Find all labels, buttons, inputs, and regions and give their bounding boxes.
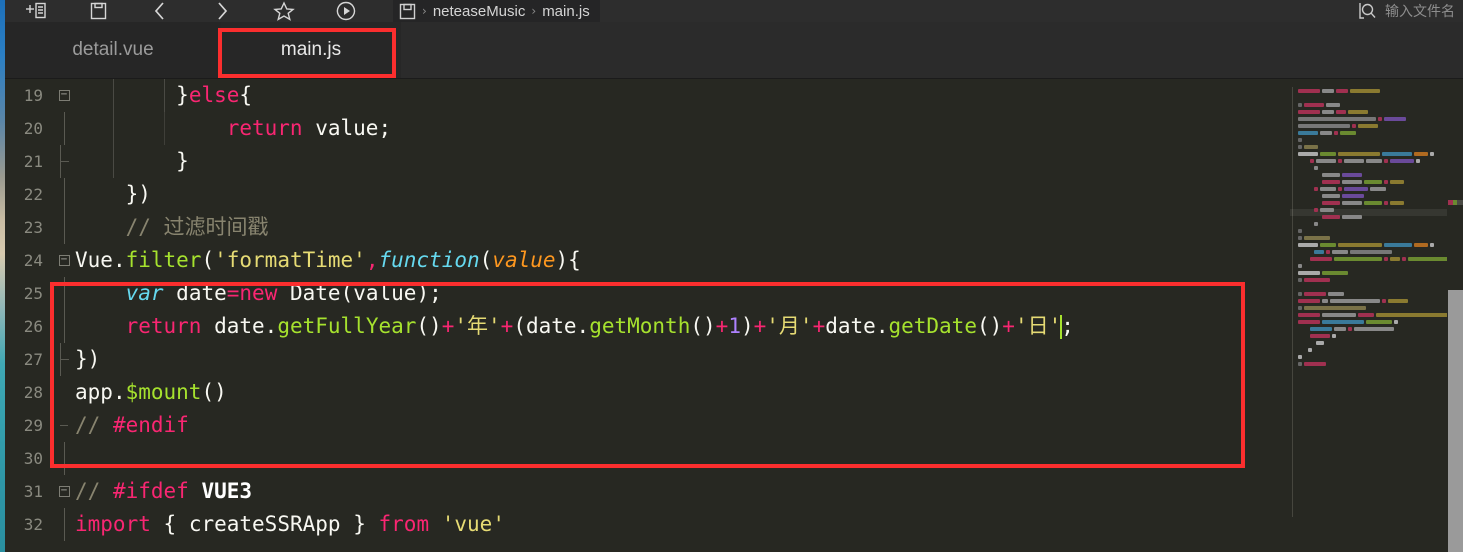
code-editor[interactable]: 19 ─ }else{ 20 return value; 21 } 22}) …: [5, 79, 1463, 552]
new-file-icon[interactable]: [5, 0, 67, 22]
breadcrumb[interactable]: › neteaseMusic › main.js: [393, 0, 600, 22]
line-number: 24: [23, 251, 43, 270]
fold-guide: [53, 112, 75, 145]
line-content: }: [75, 145, 189, 178]
line-number: 25: [23, 284, 43, 303]
fold-guide: [53, 178, 75, 211]
back-arrow-icon[interactable]: [129, 0, 191, 22]
line-content: import { createSSRApp } from 'vue': [75, 512, 505, 536]
file-icon: [399, 3, 416, 20]
line-content: }): [75, 347, 101, 371]
line-content: return value;: [75, 112, 391, 145]
fold-guide: [53, 310, 75, 343]
toolbar-icon-group: [5, 0, 377, 22]
desktop-wallpaper-strip: [0, 0, 5, 552]
code-line[interactable]: 21 }: [5, 145, 1296, 178]
code-line[interactable]: 25 var date=new Date(value);: [5, 277, 1296, 310]
line-number: 30: [23, 449, 43, 468]
fold-toggle-icon[interactable]: ─: [53, 90, 75, 101]
line-content: [75, 442, 88, 475]
minimap[interactable]: [1290, 79, 1447, 552]
vscode-window: › neteaseMusic › main.js 输入文件名 detail.vu…: [0, 0, 1463, 552]
breadcrumb-file[interactable]: main.js: [542, 3, 590, 20]
fold-guide: [53, 442, 75, 475]
line-number: 28: [23, 383, 43, 402]
line-content: // 过滤时间戳: [75, 215, 269, 239]
code-line[interactable]: 32 import { createSSRApp } from 'vue': [5, 508, 1296, 541]
save-icon[interactable]: [67, 0, 129, 22]
fold-guide: [53, 211, 75, 244]
line-content: return date.getFullYear()+'年'+(date.getM…: [125, 314, 1074, 339]
code-lines[interactable]: 19 ─ }else{ 20 return value; 21 } 22}) …: [5, 79, 1296, 552]
line-number: 21: [23, 152, 43, 171]
fold-guide-end: [53, 343, 75, 376]
code-line[interactable]: 23 // 过滤时间戳: [5, 211, 1296, 244]
line-content: // #ifdef VUE3: [75, 479, 253, 503]
code-line[interactable]: 31 ─ // #ifdef VUE3: [5, 475, 1296, 508]
line-number: 29: [23, 416, 43, 435]
code-line[interactable]: 19 ─ }else{: [5, 79, 1296, 112]
minimap-content: [1298, 87, 1447, 367]
tab-bar-empty-area: [401, 22, 1463, 78]
editor-tab-bar: detail.vue main.js: [5, 22, 1463, 79]
top-toolbar: › neteaseMusic › main.js 输入文件名: [5, 0, 1463, 22]
run-icon[interactable]: [315, 0, 377, 22]
fold-toggle-icon[interactable]: ─: [53, 486, 75, 497]
breadcrumb-project[interactable]: neteaseMusic: [433, 3, 526, 20]
code-line[interactable]: 20 return value;: [5, 112, 1296, 145]
line-number: 27: [23, 350, 43, 369]
file-search-box[interactable]: 输入文件名: [1350, 0, 1455, 22]
line-content: var date=new Date(value);: [125, 281, 442, 305]
tab-label: detail.vue: [72, 39, 154, 60]
line-number: 32: [23, 515, 43, 534]
code-line[interactable]: 26 return date.getFullYear()+'年'+(date.g…: [5, 310, 1296, 343]
forward-arrow-icon[interactable]: [191, 0, 253, 22]
code-line[interactable]: 28 app.$mount(): [5, 376, 1296, 409]
code-line[interactable]: 29 // #endif: [5, 409, 1296, 442]
fold-toggle-icon[interactable]: ─: [53, 255, 75, 266]
fold-guide: [53, 277, 75, 310]
vertical-scrollbar[interactable]: [1447, 79, 1463, 552]
tab-label: main.js: [280, 39, 342, 60]
breadcrumb-separator-2: ›: [531, 4, 537, 18]
tab-detail-vue[interactable]: detail.vue: [5, 22, 221, 78]
line-number: 22: [23, 185, 43, 204]
line-number: 19: [23, 86, 43, 105]
fold-guide-end: [53, 145, 75, 178]
fold-guide: [53, 508, 75, 541]
line-content: app.$mount(): [75, 380, 227, 404]
overview-ruler-mark: [1448, 200, 1463, 205]
line-number: 20: [23, 119, 43, 138]
breadcrumb-separator-1: ›: [422, 4, 427, 18]
fold-guide-end: [53, 425, 75, 426]
tab-main-js[interactable]: main.js: [221, 22, 401, 78]
line-content: Vue.filter('formatTime',function(value){: [75, 248, 581, 272]
code-line[interactable]: 27 }): [5, 343, 1296, 376]
bookmark-star-icon[interactable]: [253, 0, 315, 22]
code-line[interactable]: 22 }): [5, 178, 1296, 211]
line-number: 23: [23, 218, 43, 237]
line-content: }else{: [75, 79, 252, 112]
line-content: }): [125, 182, 151, 206]
search-input-placeholder[interactable]: 输入文件名: [1385, 1, 1455, 21]
search-icon: [1358, 2, 1377, 20]
code-line[interactable]: 30: [5, 442, 1296, 475]
scrollbar-thumb[interactable]: [1448, 290, 1463, 552]
line-number: 26: [23, 317, 43, 336]
line-content: // #endif: [75, 413, 189, 437]
code-line[interactable]: 24 ─ Vue.filter('formatTime',function(va…: [5, 244, 1296, 277]
line-number: 31: [23, 482, 43, 501]
minimap-indent-guide: [1292, 87, 1293, 517]
